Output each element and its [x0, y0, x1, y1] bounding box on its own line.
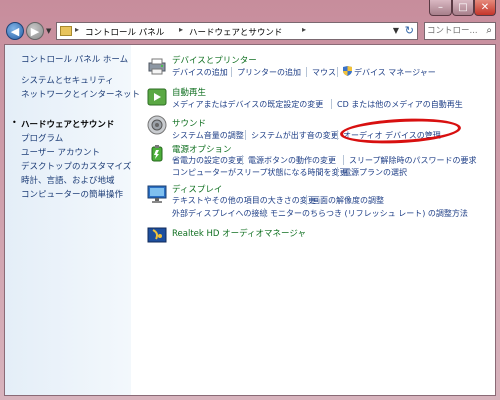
- recent-pages-button[interactable]: ▼: [46, 27, 51, 35]
- link-refresh-rate[interactable]: モニターのちらつき (リフレッシュ レート) の調整方法: [270, 208, 468, 219]
- category-title-display[interactable]: ディスプレイ: [172, 183, 222, 195]
- breadcrumb-hardware-sound[interactable]: ハードウェアとサウンド: [189, 26, 282, 38]
- title-bar[interactable]: – □ ✕: [0, 0, 500, 20]
- forward-button[interactable]: ▶: [26, 22, 44, 40]
- shield-icon: [343, 66, 352, 78]
- link-separator: [343, 155, 344, 165]
- refresh-icon[interactable]: ↻: [405, 24, 414, 37]
- content-area: コントロール パネル ホーム システムとセキュリティ ネットワークとインターネッ…: [4, 44, 496, 396]
- printer-icon[interactable]: [147, 56, 167, 76]
- arrow-right-icon: ▶: [30, 25, 40, 38]
- search-icon[interactable]: ⌕: [486, 25, 492, 36]
- search-input[interactable]: [427, 24, 479, 38]
- sidebar-item-hardware-sound[interactable]: ハードウェアとサウンド: [21, 118, 114, 130]
- link-change-system-sounds[interactable]: システムが出す音の変更: [251, 130, 339, 141]
- minimize-button[interactable]: –: [429, 0, 452, 16]
- link-change-power-saving[interactable]: 省電力の設定の変更: [172, 155, 244, 166]
- link-separator: [331, 99, 332, 109]
- link-separator: [245, 130, 246, 140]
- address-bar[interactable]: ▸ コントロール パネル ▸ ハードウェアとサウンド ▸ ▼ ↻: [56, 22, 418, 40]
- breadcrumb-control-panel[interactable]: コントロール パネル: [85, 26, 164, 38]
- current-item-bullet-icon: •: [12, 118, 17, 127]
- link-separator: [337, 130, 338, 140]
- sidebar-item-home[interactable]: コントロール パネル ホーム: [21, 53, 128, 65]
- link-text-size[interactable]: テキストやその他の項目の大きさの変更: [172, 195, 316, 206]
- link-separator: [242, 155, 243, 165]
- sidebar-item-personalization[interactable]: デスクトップのカスタマイズ: [21, 160, 131, 172]
- link-separator: [231, 67, 232, 77]
- category-title-autoplay[interactable]: 自動再生: [172, 86, 206, 98]
- control-panel-icon: [60, 26, 72, 36]
- link-screen-resolution[interactable]: 画面の解像度の調整: [312, 195, 384, 206]
- back-button[interactable]: ◀: [6, 22, 24, 40]
- link-choose-power-plan[interactable]: 電源プランの選択: [343, 167, 407, 178]
- breadcrumb-chevron-icon[interactable]: ▸: [179, 25, 183, 34]
- chevron-down-icon: ▼: [46, 27, 52, 35]
- maximize-button[interactable]: □: [452, 0, 474, 16]
- sidebar-item-system-security[interactable]: システムとセキュリティ: [21, 74, 114, 86]
- category-title-sound[interactable]: サウンド: [172, 117, 206, 129]
- link-require-password-wake[interactable]: スリープ解除時のパスワードの要求: [349, 155, 477, 166]
- window-frame: – □ ✕ ◀ ▶ ▼ ▸ コントロール パネル ▸ ハードウェアとサウンド ▸…: [0, 0, 500, 400]
- category-title-power-options[interactable]: 電源オプション: [172, 143, 232, 155]
- autoplay-icon[interactable]: [147, 87, 167, 107]
- sidebar: コントロール パネル ホーム システムとセキュリティ ネットワークとインターネッ…: [5, 45, 140, 395]
- main-panel: デバイスとプリンター デバイスの追加 プリンターの追加 マウス デバイス マネー…: [131, 45, 495, 395]
- highlight-ellipse: [339, 115, 462, 147]
- link-device-manager[interactable]: デバイス マネージャー: [354, 67, 436, 78]
- link-add-printer[interactable]: プリンターの追加: [237, 67, 301, 78]
- link-separator: [264, 208, 265, 218]
- link-add-device[interactable]: デバイスの追加: [172, 67, 228, 78]
- link-autoplay-defaults[interactable]: メディアまたはデバイスの既定設定の変更: [172, 99, 323, 110]
- category-title-realtek[interactable]: Realtek HD オーディオマネージャ: [172, 227, 306, 239]
- sidebar-item-programs[interactable]: プログラム: [21, 132, 63, 144]
- realtek-icon[interactable]: [147, 225, 167, 245]
- breadcrumb-chevron-icon[interactable]: ▸: [75, 25, 79, 34]
- battery-icon[interactable]: [147, 143, 167, 163]
- link-change-sleep-time[interactable]: コンピューターがスリープ状態になる時間を変更: [172, 167, 348, 178]
- navigation-bar: ◀ ▶ ▼ ▸ コントロール パネル ▸ ハードウェアとサウンド ▸ ▼ ↻ ⌕: [4, 20, 496, 44]
- sidebar-item-ease-of-access[interactable]: コンピューターの簡単操作: [21, 188, 123, 200]
- link-separator: [337, 167, 338, 177]
- monitor-icon[interactable]: [147, 184, 167, 204]
- link-separator: [337, 67, 338, 77]
- category-title-devices-printers[interactable]: デバイスとプリンター: [172, 54, 257, 66]
- link-separator: [306, 195, 307, 205]
- sidebar-item-user-accounts[interactable]: ユーザー アカウント: [21, 146, 100, 158]
- sidebar-item-network-internet[interactable]: ネットワークとインターネット: [21, 88, 140, 100]
- speaker-icon[interactable]: [147, 115, 167, 135]
- link-adjust-volume[interactable]: システム音量の調整: [172, 130, 244, 141]
- breadcrumb-chevron-icon[interactable]: ▸: [302, 25, 306, 34]
- sidebar-item-clock-language-region[interactable]: 時計、言語、および地域: [21, 174, 115, 186]
- close-button[interactable]: ✕: [474, 0, 496, 16]
- link-mouse[interactable]: マウス: [312, 67, 336, 78]
- address-dropdown-icon[interactable]: ▼: [393, 26, 399, 35]
- search-box[interactable]: ⌕: [424, 22, 496, 40]
- link-connect-external-display[interactable]: 外部ディスプレイへの接続: [172, 208, 267, 219]
- link-power-button-action[interactable]: 電源ボタンの動作の変更: [248, 155, 336, 166]
- arrow-left-icon: ◀: [10, 25, 20, 38]
- link-autoplay-cd[interactable]: CD または他のメディアの自動再生: [337, 99, 463, 110]
- link-separator: [306, 67, 307, 77]
